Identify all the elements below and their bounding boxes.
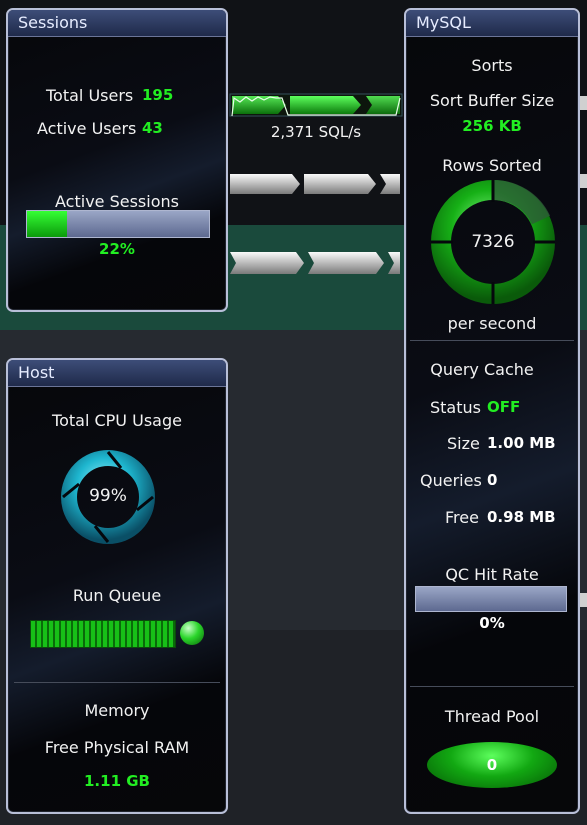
free-value: 0.98 MB — [487, 508, 556, 526]
right-connector-stub — [580, 593, 587, 607]
mysql-panel: MySQL Sorts Sort Buffer Size 256 KB Rows… — [404, 8, 580, 814]
mysql-divider — [410, 686, 574, 687]
cpu-usage-value: 99% — [89, 486, 127, 506]
host-panel: Host Total CPU Usage 99% Run Queue Memor… — [6, 358, 228, 814]
query-cache-label: Query Cache — [430, 360, 534, 379]
data-flow-connectors — [229, 93, 403, 274]
active-users-label: Active Users — [37, 119, 137, 138]
per-second-label: per second — [447, 314, 537, 333]
rows-sorted-label: Rows Sorted — [442, 156, 542, 175]
mysql-panel-title: MySQL — [406, 10, 578, 37]
qc-hit-rate-value: 0% — [479, 614, 505, 632]
qc-hit-rate-label: QC Hit Rate — [445, 565, 539, 584]
host-panel-title: Host — [8, 360, 226, 387]
status-label: Status — [430, 398, 481, 417]
run-queue-indicator-icon — [180, 621, 204, 645]
total-users-label: Total Users — [46, 86, 134, 105]
sessions-panel: Sessions Total Users 195 Active Users 43… — [6, 8, 228, 312]
free-ram-label: Free Physical RAM — [44, 738, 190, 757]
free-ram-value: 1.11 GB — [84, 772, 150, 790]
thread-pool-label: Thread Pool — [444, 707, 540, 726]
free-label: Free — [445, 508, 479, 527]
sort-buffer-value: 256 KB — [462, 117, 522, 135]
run-queue-bar — [30, 620, 176, 648]
right-connector-stub — [580, 174, 587, 188]
total-users-value: 195 — [142, 86, 174, 104]
run-queue-label: Run Queue — [72, 586, 162, 605]
status-value: OFF — [487, 398, 521, 416]
sort-buffer-label: Sort Buffer Size — [429, 91, 555, 110]
qc-hit-rate-bar — [415, 586, 567, 612]
active-sessions-bar — [26, 210, 210, 238]
active-users-value: 43 — [142, 119, 163, 137]
active-sessions-bar-fill — [27, 211, 68, 237]
sql-rate-label: 2,371 SQL/s — [270, 123, 362, 141]
active-sessions-label: Active Sessions — [55, 192, 179, 211]
size-value: 1.00 MB — [487, 434, 556, 452]
thread-pool-value: 0 — [486, 756, 498, 774]
rows-sorted-value: 7326 — [471, 232, 515, 252]
memory-label: Memory — [84, 701, 150, 720]
active-sessions-percent: 22% — [99, 240, 135, 258]
sorts-label: Sorts — [471, 56, 513, 75]
size-label: Size — [447, 434, 480, 453]
cpu-usage-label: Total CPU Usage — [52, 411, 182, 430]
queries-value: 0 — [487, 471, 498, 489]
mysql-divider — [410, 340, 574, 341]
right-connector-stub — [580, 96, 587, 110]
queries-label: Queries — [420, 471, 482, 490]
host-divider — [14, 682, 220, 683]
sessions-panel-title: Sessions — [8, 10, 226, 37]
